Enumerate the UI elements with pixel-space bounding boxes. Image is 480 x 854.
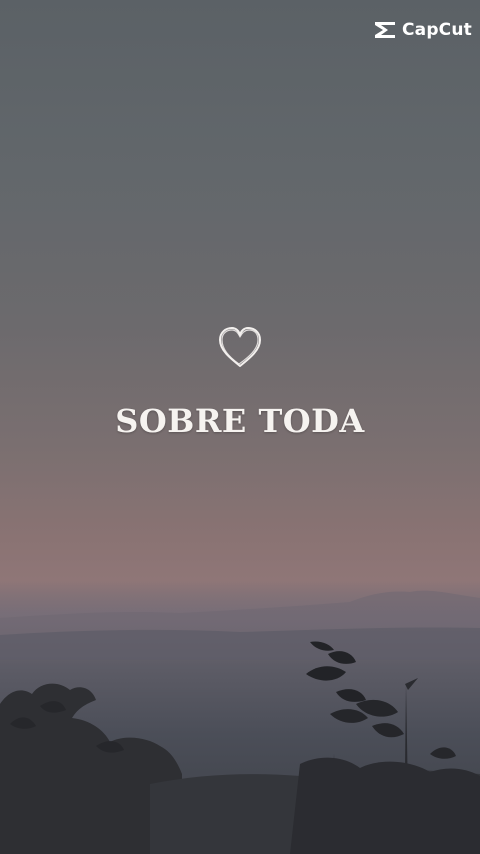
overlay-headline: SOBRE TODA [115,402,365,440]
video-frame: CapCut SOBRE TODA [0,0,480,854]
capcut-logo-label: CapCut [401,20,472,40]
capcut-logo-icon [374,22,395,38]
heart-outline-icon [219,327,261,367]
capcut-watermark: CapCut [373,20,472,40]
foreground-foliage [0,641,480,854]
